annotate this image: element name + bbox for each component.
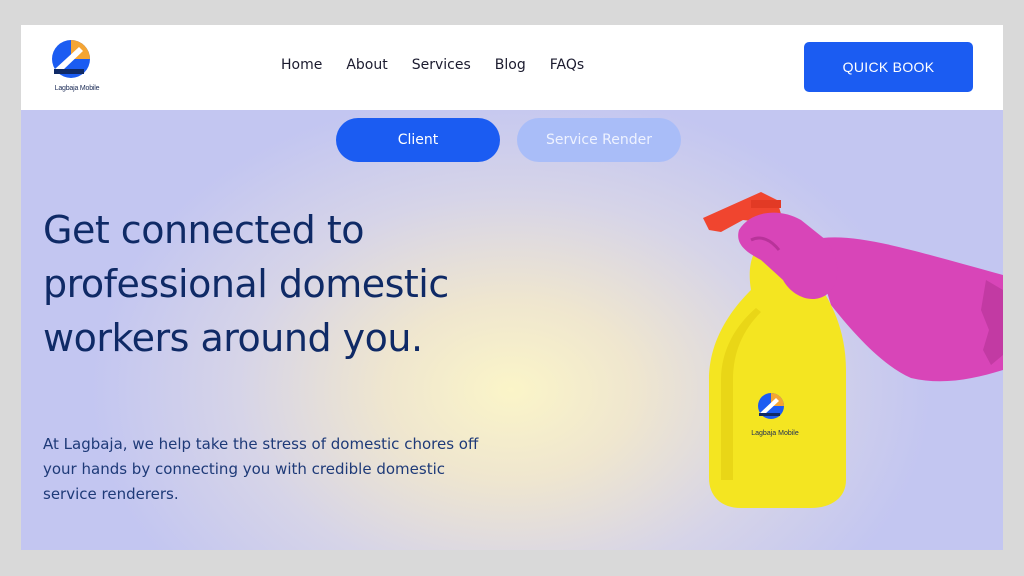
navbar: Lagbaja Mobile Home About Services Blog …	[21, 25, 1003, 110]
bottle-logo-text: Lagbaja Mobile	[751, 430, 799, 437]
nav-link-blog[interactable]: Blog	[495, 57, 526, 73]
brand-logo[interactable]: Lagbaja Mobile	[49, 39, 101, 95]
hero-headline: Get connected to professional domestic w…	[43, 208, 449, 360]
quick-book-button[interactable]: QUICK BOOK	[804, 42, 973, 92]
logo-wordmark: Lagbaja Mobile	[54, 85, 100, 92]
nav-link-services[interactable]: Services	[412, 57, 471, 73]
page-frame: Lagbaja Mobile Home About Services Blog …	[21, 25, 1003, 550]
nav-link-about[interactable]: About	[346, 57, 387, 73]
client-toggle-button[interactable]: Client	[336, 118, 500, 162]
spray-bottle-image: Lagbaja Mobile	[691, 180, 1003, 520]
hero-subtext: At Lagbaja, we help take the stress of d…	[43, 435, 479, 503]
nav-links: Home About Services Blog FAQs	[281, 57, 584, 73]
logo-icon	[52, 40, 90, 78]
service-render-toggle-button[interactable]: Service Render	[517, 118, 681, 162]
nav-link-faqs[interactable]: FAQs	[550, 57, 584, 73]
hero-section: Client Service Render Get connected to p…	[21, 110, 1003, 550]
nav-link-home[interactable]: Home	[281, 57, 322, 73]
